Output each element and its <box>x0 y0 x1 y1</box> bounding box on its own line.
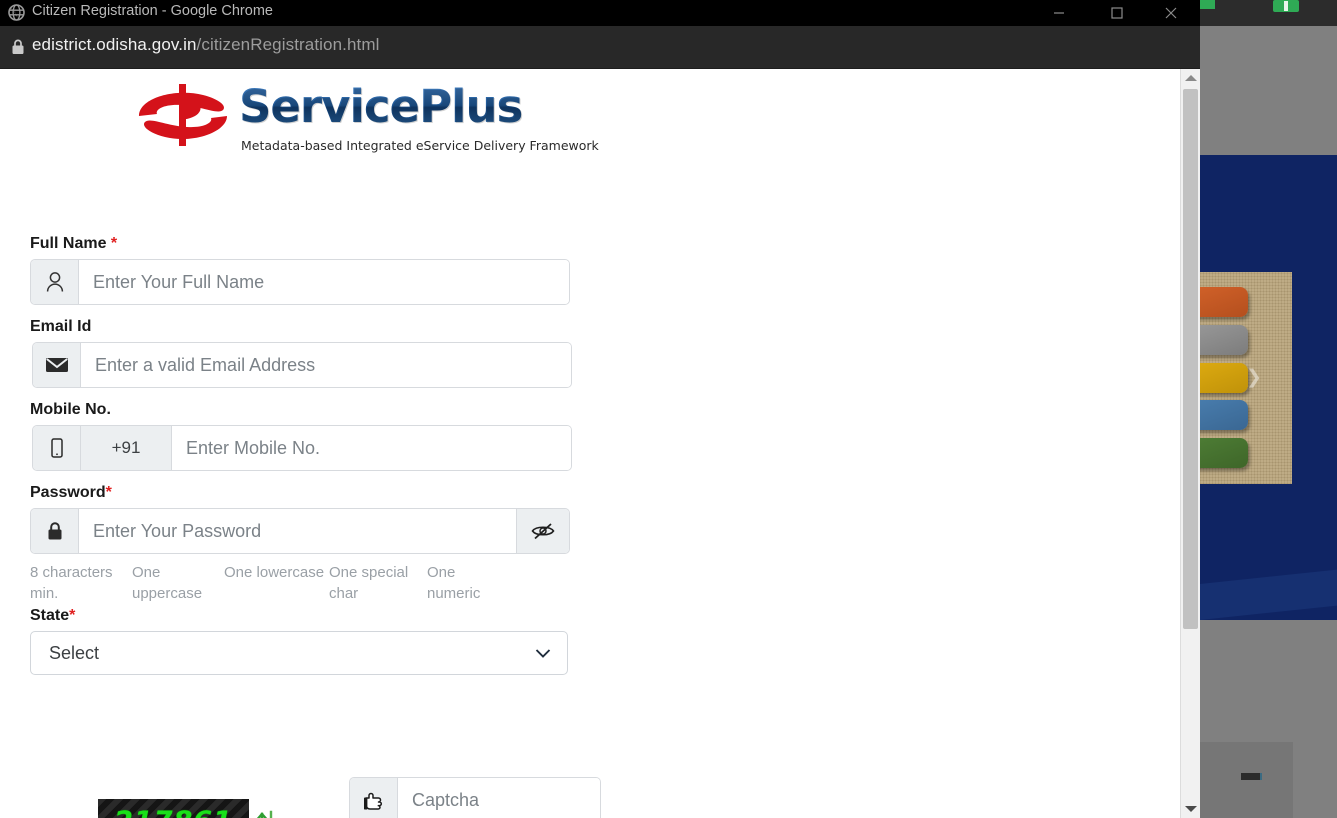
password-hint: One special char <box>329 564 409 602</box>
lock-icon <box>10 38 26 56</box>
password-label-text: Password <box>30 484 106 501</box>
password-label: Password* <box>30 483 570 502</box>
password-hint: One uppercase <box>132 564 203 602</box>
password-hint: One numeric <box>427 564 481 602</box>
email-label: Email Id <box>30 317 570 336</box>
close-button[interactable] <box>1148 0 1194 26</box>
pointing-hand-icon <box>350 778 398 818</box>
serviceplus-logo: ServicePlus Metadata-based Integrated eS… <box>131 80 599 153</box>
email-input-group[interactable]: Enter a valid Email Address <box>32 342 572 388</box>
mobile-phone-icon <box>33 426 81 470</box>
url-path: /citizenRegistration.html <box>196 35 380 54</box>
password-required-mark: * <box>105 484 112 501</box>
envelope-icon <box>33 343 81 387</box>
fullname-required-mark: * <box>110 235 118 252</box>
captcha-image: 217861 <box>98 799 249 818</box>
background-tile-yellow <box>1200 363 1248 393</box>
state-required-mark: * <box>69 607 76 624</box>
fullname-input-group[interactable]: Enter Your Full Name <box>30 259 570 305</box>
scrollbar-thumb[interactable] <box>1183 89 1198 629</box>
minimize-button[interactable] <box>1036 0 1082 26</box>
email-input[interactable]: Enter a valid Email Address <box>81 343 571 387</box>
browser-titlebar: Citizen Registration - Google Chrome <box>0 0 1200 26</box>
mobile-input[interactable]: Enter Mobile No. <box>172 426 571 470</box>
caret-down-icon[interactable] <box>1181 800 1200 818</box>
background-accent-box <box>1273 0 1299 12</box>
eye-slash-icon[interactable] <box>516 509 569 553</box>
maximize-button[interactable] <box>1094 0 1140 26</box>
background-tile-grey <box>1200 325 1248 355</box>
globe-icon <box>8 4 25 21</box>
state-label-text: State <box>30 607 70 624</box>
background-tile-blue <box>1200 400 1248 430</box>
browser-window: Citizen Registration - Google Chrome edi… <box>0 0 1200 818</box>
lock-icon <box>31 509 79 553</box>
background-app-topbar <box>1195 0 1337 26</box>
mobile-label: Mobile No. <box>30 400 570 419</box>
password-input[interactable]: Enter Your Password <box>79 509 516 553</box>
captcha-input[interactable]: Captcha <box>398 778 600 818</box>
captcha-row: 217861 <box>70 777 601 818</box>
email-label-text: Email Id <box>30 318 92 335</box>
password-hint: 8 characters min. <box>30 564 113 602</box>
citizen-registration-form: Full Name * Enter Your Full Name Email I… <box>30 234 601 818</box>
serviceplus-logo-mark-icon <box>131 82 236 148</box>
refresh-icon[interactable] <box>256 809 278 818</box>
captcha-code: 217861 <box>114 806 233 818</box>
fullname-input[interactable]: Enter Your Full Name <box>79 260 569 304</box>
background-tile-green <box>1200 438 1248 468</box>
address-bar-url: edistrict.odisha.gov.in/citizenRegistrat… <box>32 35 379 55</box>
user-icon <box>31 260 79 304</box>
password-hint: One lowercase <box>224 564 325 581</box>
password-hints: 8 characters min. One uppercase One lowe… <box>30 562 500 604</box>
address-bar[interactable]: edistrict.odisha.gov.in/citizenRegistrat… <box>0 26 1200 69</box>
url-host: edistrict.odisha.gov.in <box>32 35 197 54</box>
password-input-group[interactable]: Enter Your Password <box>30 508 570 554</box>
captcha-input-group[interactable]: Captcha <box>349 777 601 818</box>
background-panel <box>1200 742 1293 818</box>
country-code: +91 <box>81 426 172 470</box>
fullname-label: Full Name * <box>30 234 570 253</box>
mobile-label-text: Mobile No. <box>30 401 111 418</box>
background-tile-orange <box>1200 287 1248 317</box>
background-panel-bar <box>1241 773 1262 780</box>
state-label: State* <box>30 606 570 625</box>
background-chevron-icon: ❯ <box>1246 367 1262 388</box>
page-viewport: ServicePlus Metadata-based Integrated eS… <box>0 69 1200 818</box>
page-scrollbar[interactable] <box>1180 69 1200 818</box>
state-selected-value: Select <box>49 642 100 663</box>
serviceplus-tagline: Metadata-based Integrated eService Deliv… <box>241 138 599 153</box>
chevron-down-icon <box>535 643 551 664</box>
serviceplus-wordmark: ServicePlus <box>239 80 523 133</box>
fullname-label-text: Full Name <box>30 235 107 252</box>
mobile-input-group[interactable]: +91 Enter Mobile No. <box>32 425 572 471</box>
state-dropdown[interactable]: Select <box>30 631 568 675</box>
caret-up-icon[interactable] <box>1181 69 1200 87</box>
window-title: Citizen Registration - Google Chrome <box>32 3 273 19</box>
